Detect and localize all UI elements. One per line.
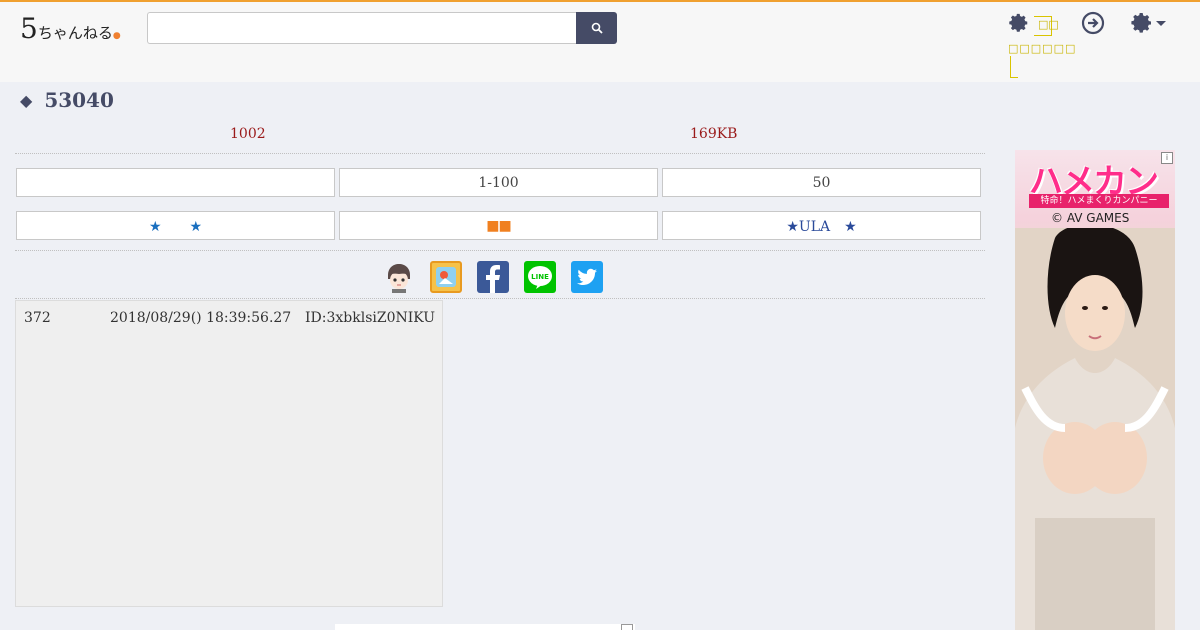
logo-number: 5	[20, 12, 38, 45]
bottom-advertisement[interactable]	[335, 624, 635, 630]
settings-label-1[interactable]: □□	[1038, 18, 1059, 31]
nav-button-latest-50[interactable]: 50	[662, 168, 981, 197]
post-item: 372 2018/08/29() 18:39:56.27 ID:3xbklsiZ…	[15, 300, 443, 607]
settings-popover: □□ □□□□□□	[1008, 12, 1075, 78]
svg-text:LINE: LINE	[531, 273, 549, 281]
logo-dot: ●	[112, 31, 121, 41]
bottom-ad-badge[interactable]	[621, 624, 633, 630]
character-icon[interactable]	[383, 261, 415, 293]
twitter-icon[interactable]	[571, 261, 603, 293]
nav-button-ula[interactable]: ★ULA ★	[662, 211, 981, 240]
line-icon[interactable]: LINE	[524, 261, 556, 293]
search-icon	[591, 22, 603, 34]
advertisement-banner[interactable]: ハメカン 特命！ハメまくりカンパニー © AV GAMES i	[1015, 150, 1175, 630]
response-count: 1002	[230, 126, 266, 142]
settings-menu-icon[interactable]	[1130, 11, 1168, 35]
site-header: 5ちゃんねる● □□ □□□□□□	[0, 2, 1200, 82]
search-input[interactable]	[147, 12, 577, 44]
facebook-icon[interactable]	[477, 261, 509, 293]
thread-title: 53040	[44, 88, 114, 112]
thread-title-row: ◆ 53040	[20, 88, 114, 112]
search-button[interactable]	[576, 12, 617, 44]
nav-button-all[interactable]	[16, 168, 335, 197]
ad-subtitle: 特命！ハメまくりカンパニー	[1029, 194, 1169, 208]
share-bar: LINE	[15, 250, 985, 299]
nav-button-1-100[interactable]: 1-100	[339, 168, 658, 197]
gear-icon[interactable]	[1008, 12, 1030, 34]
settings-popover-frame-bottom	[1010, 56, 1018, 78]
post-number[interactable]: 372	[24, 310, 51, 326]
site-logo[interactable]: 5ちゃんねる●	[20, 12, 121, 45]
nav-button-star[interactable]: ★ ★	[16, 211, 335, 240]
ad-brand: © AV GAMES	[1051, 211, 1130, 225]
thread-size: 169KB	[690, 126, 738, 142]
ad-image	[1015, 228, 1175, 630]
nav-button-orange[interactable]: ■■	[339, 211, 658, 240]
settings-label-2[interactable]: □□□□□□	[1008, 42, 1076, 55]
bookmark-app-icon[interactable]	[430, 261, 462, 293]
post-id[interactable]: ID:3xbklsiZ0NIKU	[305, 310, 435, 326]
logo-text: ちゃんねる	[37, 24, 113, 42]
login-icon[interactable]	[1081, 11, 1105, 35]
ad-info-badge[interactable]: i	[1161, 152, 1173, 164]
diamond-icon: ◆	[20, 90, 33, 110]
thread-meta: 1002 169KB	[15, 122, 985, 154]
post-date: 2018/08/29() 18:39:56.27	[110, 310, 292, 326]
